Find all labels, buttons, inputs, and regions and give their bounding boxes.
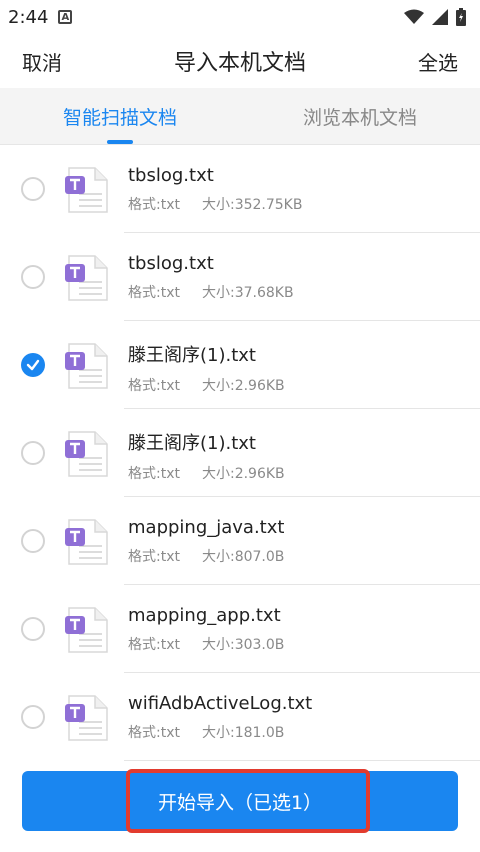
file-size: 大小:807.0B bbox=[201, 549, 285, 565]
file-row[interactable]: tbslog.txt 格式:txt 大小:37.68KB bbox=[0, 233, 480, 321]
select-radio[interactable] bbox=[21, 617, 45, 641]
status-time: 2:44 bbox=[8, 6, 49, 28]
file-row[interactable]: 滕王阁序(1).txt 格式:txt 大小:2.96KB bbox=[0, 409, 480, 497]
file-name: tbslog.txt bbox=[128, 253, 214, 274]
select-radio[interactable] bbox=[21, 265, 45, 289]
txt-file-icon bbox=[65, 519, 108, 565]
file-name: 滕王阁序(1).txt bbox=[128, 433, 256, 454]
page-title: 导入本机文档 bbox=[173, 51, 306, 76]
check-icon bbox=[26, 359, 40, 371]
file-format: 格式:txt bbox=[128, 725, 180, 741]
file-format: 格式:txt bbox=[128, 285, 180, 301]
file-size: 大小:37.68KB bbox=[201, 285, 294, 301]
file-name: 滕王阁序(1).txt bbox=[128, 345, 256, 366]
file-row[interactable]: 滕王阁序(1).txt 格式:txt 大小:2.96KB bbox=[0, 321, 480, 409]
select-radio[interactable] bbox=[21, 353, 45, 377]
file-format: 格式:txt bbox=[128, 197, 180, 213]
status-bar: 2:44 A bbox=[0, 0, 480, 34]
file-size: 大小:181.0B bbox=[201, 725, 285, 741]
file-format: 格式:txt bbox=[128, 637, 180, 653]
select-radio[interactable] bbox=[21, 177, 45, 201]
file-size: 大小:352.75KB bbox=[201, 197, 303, 213]
top-bar: 取消 导入本机文档 全选 bbox=[0, 34, 480, 88]
row-divider bbox=[124, 760, 480, 761]
txt-file-icon bbox=[65, 167, 108, 213]
txt-file-icon bbox=[65, 343, 108, 389]
file-size: 大小:303.0B bbox=[201, 637, 285, 653]
file-format: 格式:txt bbox=[128, 378, 180, 394]
select-radio[interactable] bbox=[21, 441, 45, 465]
select-radio[interactable] bbox=[21, 705, 45, 729]
file-info: mapping_java.txt 格式:txt 大小:807.0B bbox=[128, 517, 480, 566]
file-name: tbslog.txt bbox=[128, 165, 214, 186]
file-row[interactable]: mapping_app.txt 格式:txt 大小:303.0B bbox=[0, 585, 480, 673]
wifi-icon bbox=[404, 9, 424, 24]
file-size: 大小:2.96KB bbox=[201, 378, 285, 394]
notification-icon: A bbox=[58, 10, 73, 24]
file-row[interactable]: wifiAdbActiveLog.txt 格式:txt 大小:181.0B bbox=[0, 673, 480, 761]
tab-bar: 智能扫描文档 浏览本机文档 bbox=[0, 88, 480, 145]
file-info: wifiAdbActiveLog.txt 格式:txt 大小:181.0B bbox=[128, 693, 480, 742]
file-name: mapping_java.txt bbox=[128, 517, 285, 538]
file-row[interactable]: tbslog.txt 格式:txt 大小:352.75KB bbox=[0, 145, 480, 233]
signal-icon bbox=[432, 9, 448, 25]
select-radio[interactable] bbox=[21, 529, 45, 553]
file-info: 滕王阁序(1).txt 格式:txt 大小:2.96KB bbox=[128, 429, 480, 483]
txt-file-icon bbox=[65, 255, 108, 301]
file-name: wifiAdbActiveLog.txt bbox=[128, 693, 313, 714]
txt-file-icon bbox=[65, 607, 108, 653]
select-all-button[interactable]: 全选 bbox=[418, 47, 458, 76]
file-list: tbslog.txt 格式:txt 大小:352.75KB tbslog.txt… bbox=[0, 145, 480, 761]
file-info: mapping_app.txt 格式:txt 大小:303.0B bbox=[128, 605, 480, 654]
cancel-button[interactable]: 取消 bbox=[22, 47, 62, 76]
tab-browse-local[interactable]: 浏览本机文档 bbox=[240, 88, 480, 144]
file-format: 格式:txt bbox=[128, 549, 180, 565]
start-import-button[interactable]: 开始导入（已选1） bbox=[22, 771, 458, 831]
file-name: mapping_app.txt bbox=[128, 605, 281, 626]
tab-smart-scan[interactable]: 智能扫描文档 bbox=[0, 88, 240, 144]
file-row[interactable]: mapping_java.txt 格式:txt 大小:807.0B bbox=[0, 497, 480, 585]
file-info: tbslog.txt 格式:txt 大小:37.68KB bbox=[128, 253, 480, 302]
file-info: tbslog.txt 格式:txt 大小:352.75KB bbox=[128, 165, 480, 214]
start-import-label: 开始导入（已选1） bbox=[157, 791, 323, 814]
file-size: 大小:2.96KB bbox=[201, 466, 285, 482]
file-info: 滕王阁序(1).txt 格式:txt 大小:2.96KB bbox=[128, 341, 480, 395]
txt-file-icon bbox=[65, 431, 108, 477]
txt-file-icon bbox=[65, 695, 108, 741]
file-format: 格式:txt bbox=[128, 466, 180, 482]
battery-icon bbox=[456, 8, 466, 26]
